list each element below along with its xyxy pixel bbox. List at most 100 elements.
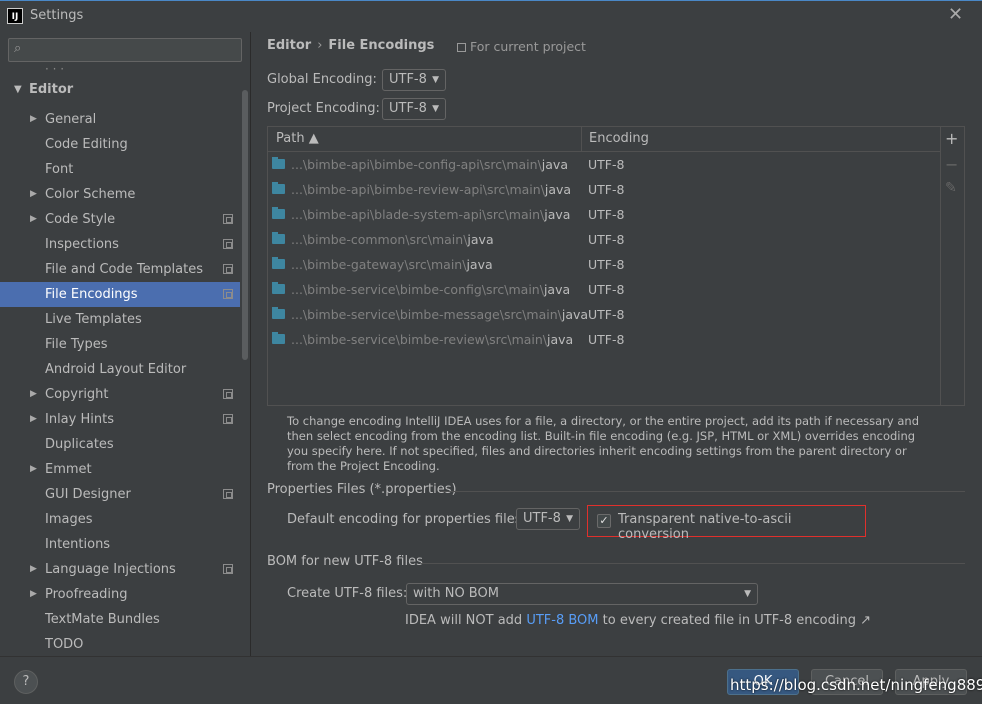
row-encoding[interactable]: UTF-8: [588, 152, 624, 177]
properties-default-label: Default encoding for properties files:: [287, 512, 526, 527]
scope-note: For current project: [457, 39, 586, 54]
sidebar-item-proofreading[interactable]: ▶ Proofreading: [0, 582, 240, 607]
expand-right-arrow-icon[interactable]: ▶: [30, 407, 37, 432]
sidebar-item-label: Inlay Hints: [45, 412, 114, 427]
row-path: ...\bimbe-service\bimbe-review\src\main\…: [291, 327, 573, 352]
file-encodings-panel: Editor › File Encodings For current projec…: [251, 32, 982, 656]
expand-right-arrow-icon[interactable]: ▶: [30, 207, 37, 232]
edit-icon[interactable]: ✎: [945, 180, 957, 196]
table-row[interactable]: ...\bimbe-api\bimbe-review-api\src\main\…: [268, 177, 940, 202]
table-row[interactable]: ...\bimbe-service\bimbe-config\src\main\…: [268, 277, 940, 302]
sidebar-item-live-templates[interactable]: Live Templates: [0, 307, 240, 332]
expand-right-arrow-icon[interactable]: ▶: [30, 182, 37, 207]
table-row[interactable]: ...\bimbe-common\src\main\java UTF-8: [268, 227, 940, 252]
sidebar-item-general[interactable]: ▶ General: [0, 107, 240, 132]
title-bar: IJ Settings ✕: [0, 0, 982, 32]
sidebar-item-label: Font: [45, 162, 74, 177]
sidebar-item-code-style[interactable]: ▶ Code Style: [0, 207, 240, 232]
breadcrumb-parent: Editor: [267, 38, 312, 53]
row-encoding[interactable]: UTF-8: [588, 277, 624, 302]
bom-note-suffix: to every created file in UTF-8 encoding …: [598, 613, 871, 628]
native-to-ascii-label[interactable]: Transparent native-to-ascii conversion: [618, 512, 865, 542]
sidebar-item-android-layout-editor[interactable]: Android Layout Editor: [0, 357, 240, 382]
add-icon[interactable]: +: [945, 129, 958, 148]
sidebar-item-file-types[interactable]: File Types: [0, 332, 240, 357]
sidebar-item-code-editing[interactable]: Code Editing: [0, 132, 240, 157]
expand-down-arrow-icon[interactable]: ▼: [14, 78, 22, 102]
path-encoding-table: Path ▲ Encoding ...\bimbe-api\bimbe-conf…: [267, 126, 941, 406]
sidebar-item-color-scheme[interactable]: ▶ Color Scheme: [0, 182, 240, 207]
sidebar-item-label: Color Scheme: [45, 187, 136, 202]
project-encoding-value: UTF-8: [389, 101, 427, 116]
sidebar-item-duplicates[interactable]: Duplicates: [0, 432, 240, 457]
bom-section-title: BOM for new UTF-8 files: [267, 554, 423, 569]
sidebar-item-intentions[interactable]: Intentions: [0, 532, 240, 557]
settings-search-input[interactable]: ⌕: [8, 38, 242, 62]
column-header-path[interactable]: Path ▲: [276, 131, 319, 146]
help-button[interactable]: ?: [14, 670, 38, 694]
sidebar-item-label: Editor: [29, 82, 74, 97]
table-row[interactable]: ...\bimbe-api\bimbe-config-api\src\main\…: [268, 152, 940, 177]
expand-right-arrow-icon[interactable]: ▶: [30, 107, 37, 132]
expand-right-arrow-icon[interactable]: ▶: [30, 582, 37, 607]
expand-right-arrow-icon[interactable]: ▶: [30, 382, 37, 407]
column-header-encoding[interactable]: Encoding: [589, 131, 649, 146]
row-encoding[interactable]: UTF-8: [588, 302, 624, 327]
row-encoding[interactable]: UTF-8: [588, 177, 624, 202]
sidebar-item-copyright[interactable]: ▶ Copyright: [0, 382, 240, 407]
sidebar-scrollbar[interactable]: [242, 90, 248, 360]
table-row[interactable]: ...\bimbe-gateway\src\main\java UTF-8: [268, 252, 940, 277]
sidebar-item-emmet[interactable]: ▶ Emmet: [0, 457, 240, 482]
project-scope-icon: [457, 43, 466, 52]
project-scope-icon: [223, 239, 233, 249]
sidebar-item-inlay-hints[interactable]: ▶ Inlay Hints: [0, 407, 240, 432]
bom-select[interactable]: with NO BOM ▼: [406, 583, 758, 605]
sidebar-item-file-encodings[interactable]: File Encodings: [0, 282, 240, 307]
sidebar-item-inspections[interactable]: Inspections: [0, 232, 240, 257]
row-path-last-segment: java: [544, 182, 572, 197]
project-scope-icon: [223, 564, 233, 574]
sidebar-item-images[interactable]: Images: [0, 507, 240, 532]
row-path-last-segment: java: [543, 282, 571, 297]
sidebar-item-gui-designer[interactable]: GUI Designer: [0, 482, 240, 507]
row-encoding[interactable]: UTF-8: [588, 202, 624, 227]
folder-icon: [272, 182, 285, 194]
sidebar-item-font[interactable]: Font: [0, 157, 240, 182]
table-row[interactable]: ...\bimbe-service\bimbe-review\src\main\…: [268, 327, 940, 352]
sidebar-item-file-and-code-templates[interactable]: File and Code Templates: [0, 257, 240, 282]
close-icon[interactable]: ✕: [948, 4, 963, 25]
row-path-last-segment: java: [466, 257, 493, 272]
table-row[interactable]: ...\bimbe-service\bimbe-message\src\main…: [268, 302, 940, 327]
sidebar-item-editor[interactable]: ▼ Editor: [0, 78, 240, 102]
expand-right-arrow-icon[interactable]: ▶: [30, 557, 37, 582]
sidebar-item-language-injections[interactable]: ▶ Language Injections: [0, 557, 240, 582]
project-scope-icon: [223, 389, 233, 399]
row-encoding[interactable]: UTF-8: [588, 252, 624, 277]
row-path: ...\bimbe-api\bimbe-review-api\src\main\…: [291, 177, 571, 202]
chevron-down-icon: ▼: [744, 589, 751, 599]
row-path-prefix: ...\bimbe-gateway\src\main\: [291, 257, 467, 272]
utf8-bom-link[interactable]: UTF-8 BOM: [526, 613, 598, 628]
sidebar-item-label: Duplicates: [45, 437, 114, 452]
expand-right-arrow-icon[interactable]: ▶: [30, 457, 37, 482]
search-icon: ⌕: [14, 41, 22, 56]
sidebar-item-todo[interactable]: TODO: [0, 632, 240, 656]
sidebar-item-label: Intentions: [45, 537, 111, 552]
row-encoding[interactable]: UTF-8: [588, 227, 624, 252]
sidebar-item-textmate-bundles[interactable]: TextMate Bundles: [0, 607, 240, 632]
project-encoding-select[interactable]: UTF-8 ▼: [382, 98, 446, 120]
row-encoding[interactable]: UTF-8: [588, 327, 624, 352]
create-utf8-label: Create UTF-8 files:: [287, 586, 408, 601]
native-to-ascii-checkbox[interactable]: ✓: [597, 514, 611, 528]
window-title: Settings: [30, 8, 84, 23]
remove-icon[interactable]: −: [945, 155, 958, 174]
global-encoding-select[interactable]: UTF-8 ▼: [382, 69, 446, 91]
chevron-down-icon: ▼: [566, 514, 573, 524]
folder-icon: [272, 207, 285, 219]
help-text: To change encoding IntelliJ IDEA uses fo…: [287, 414, 920, 473]
properties-encoding-select[interactable]: UTF-8 ▼: [516, 508, 580, 530]
project-scope-icon: [223, 489, 233, 499]
table-row[interactable]: ...\bimbe-api\blade-system-api\src\main\…: [268, 202, 940, 227]
breadcrumb-separator: ›: [317, 38, 323, 53]
column-divider[interactable]: [581, 127, 582, 152]
